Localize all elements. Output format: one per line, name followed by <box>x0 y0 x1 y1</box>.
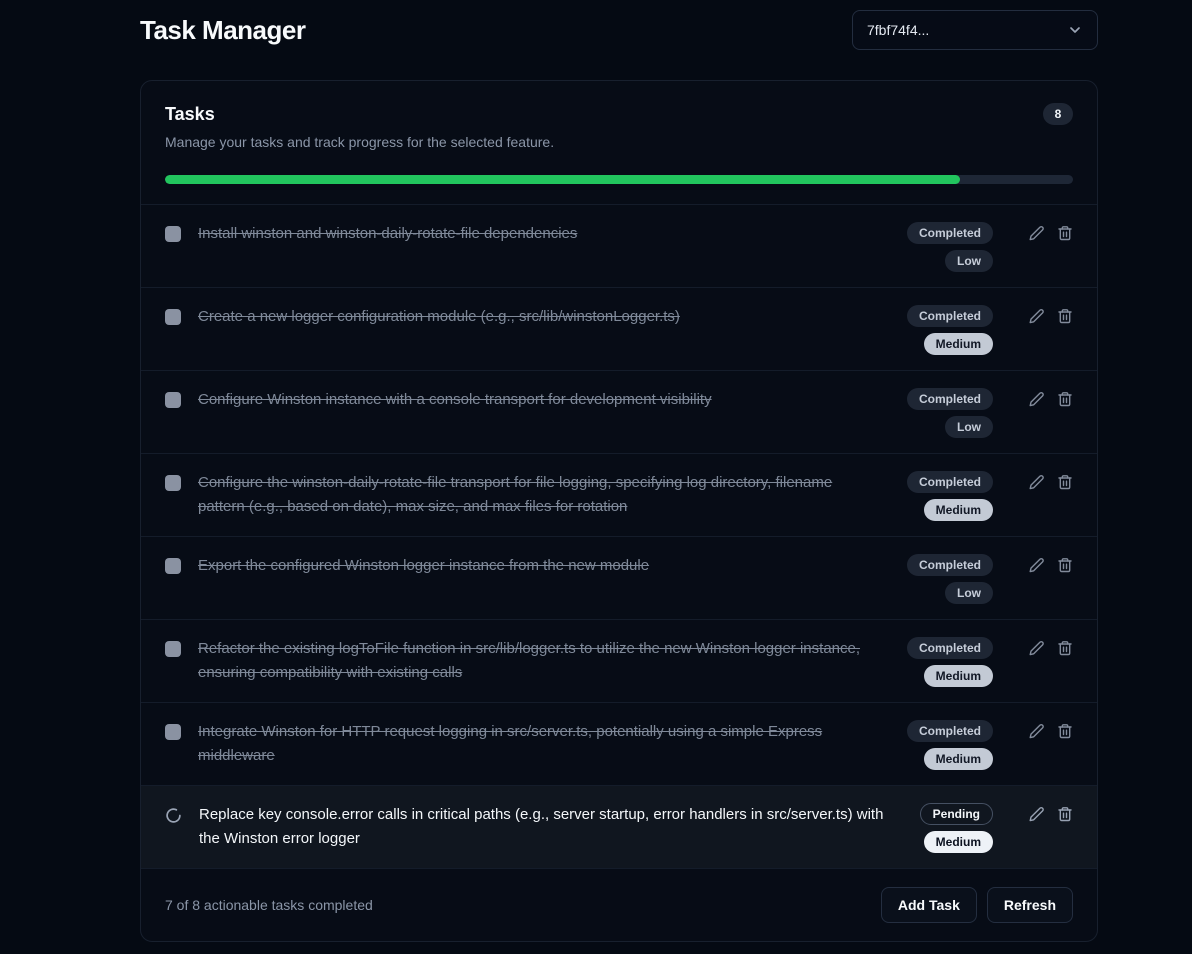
edit-task-button[interactable] <box>1028 557 1044 573</box>
delete-task-button[interactable] <box>1057 391 1073 407</box>
priority-badge: Medium <box>924 665 993 687</box>
priority-badge: Medium <box>924 499 993 521</box>
trash-icon <box>1057 225 1073 241</box>
task-row: Integrate Winston for HTTP request loggi… <box>141 702 1097 785</box>
delete-task-button[interactable] <box>1057 806 1073 822</box>
pencil-icon <box>1028 391 1044 407</box>
priority-badge: Medium <box>924 748 993 770</box>
priority-badge: Medium <box>924 831 993 853</box>
tasks-card-description: Manage your tasks and track progress for… <box>165 134 1073 150</box>
status-badge: Completed <box>907 388 993 410</box>
pencil-icon <box>1028 557 1044 573</box>
task-checkbox[interactable] <box>165 309 181 325</box>
status-badge: Completed <box>907 222 993 244</box>
task-text: Refactor the existing logToFile function… <box>198 637 890 685</box>
edit-task-button[interactable] <box>1028 806 1044 822</box>
task-checkbox[interactable] <box>165 392 181 408</box>
trash-icon <box>1057 640 1073 656</box>
task-checkbox[interactable] <box>165 475 181 491</box>
task-text: Configure Winston instance with a consol… <box>198 388 890 412</box>
task-count-badge: 8 <box>1043 103 1073 125</box>
task-text: Configure the winston-daily-rotate-file … <box>198 471 890 519</box>
delete-task-button[interactable] <box>1057 557 1073 573</box>
completion-summary: 7 of 8 actionable tasks completed <box>165 897 373 913</box>
priority-badge: Low <box>945 250 993 272</box>
page: Task Manager 7fbf74f4... Tasks 8 Manage … <box>140 0 1098 942</box>
task-text: Export the configured Winston logger ins… <box>198 554 890 578</box>
task-row: Configure the winston-daily-rotate-file … <box>141 453 1097 536</box>
trash-icon <box>1057 308 1073 324</box>
loader-spinner-icon <box>165 807 182 824</box>
status-badge: Completed <box>907 471 993 493</box>
task-row: Refactor the existing logToFile function… <box>141 619 1097 702</box>
trash-icon <box>1057 557 1073 573</box>
status-badge: Completed <box>907 637 993 659</box>
task-checkbox[interactable] <box>165 226 181 242</box>
status-badge: Completed <box>907 554 993 576</box>
page-title: Task Manager <box>140 15 305 46</box>
task-text: Install winston and winston-daily-rotate… <box>198 222 890 246</box>
feature-select-value: 7fbf74f4... <box>867 22 929 38</box>
status-badge: Completed <box>907 720 993 742</box>
tasks-card-title: Tasks <box>165 104 215 125</box>
tasks-card-header: Tasks 8 Manage your tasks and track prog… <box>141 81 1097 204</box>
task-text: Create a new logger configuration module… <box>198 305 890 329</box>
priority-badge: Low <box>945 416 993 438</box>
progress-bar-fill <box>165 175 960 184</box>
trash-icon <box>1057 806 1073 822</box>
tasks-card: Tasks 8 Manage your tasks and track prog… <box>140 80 1098 942</box>
edit-task-button[interactable] <box>1028 225 1044 241</box>
priority-badge: Medium <box>924 333 993 355</box>
task-row: Install winston and winston-daily-rotate… <box>141 204 1097 287</box>
pencil-icon <box>1028 308 1044 324</box>
pencil-icon <box>1028 806 1044 822</box>
priority-badge: Low <box>945 582 993 604</box>
chevron-down-icon <box>1067 22 1083 38</box>
delete-task-button[interactable] <box>1057 225 1073 241</box>
trash-icon <box>1057 474 1073 490</box>
edit-task-button[interactable] <box>1028 474 1044 490</box>
pencil-icon <box>1028 640 1044 656</box>
pencil-icon <box>1028 474 1044 490</box>
edit-task-button[interactable] <box>1028 308 1044 324</box>
trash-icon <box>1057 391 1073 407</box>
feature-select-dropdown[interactable]: 7fbf74f4... <box>852 10 1098 50</box>
trash-icon <box>1057 723 1073 739</box>
delete-task-button[interactable] <box>1057 474 1073 490</box>
delete-task-button[interactable] <box>1057 308 1073 324</box>
pencil-icon <box>1028 723 1044 739</box>
add-task-button[interactable]: Add Task <box>881 887 977 923</box>
task-row: Export the configured Winston logger ins… <box>141 536 1097 619</box>
refresh-button[interactable]: Refresh <box>987 887 1073 923</box>
task-checkbox[interactable] <box>165 724 181 740</box>
status-badge: Completed <box>907 305 993 327</box>
task-row: Configure Winston instance with a consol… <box>141 370 1097 453</box>
delete-task-button[interactable] <box>1057 723 1073 739</box>
task-row: Create a new logger configuration module… <box>141 287 1097 370</box>
edit-task-button[interactable] <box>1028 723 1044 739</box>
task-checkbox[interactable] <box>165 558 181 574</box>
task-list: Install winston and winston-daily-rotate… <box>141 204 1097 868</box>
task-checkbox[interactable] <box>165 641 181 657</box>
status-badge: Pending <box>920 803 993 825</box>
tasks-card-footer: 7 of 8 actionable tasks completed Add Ta… <box>141 868 1097 941</box>
task-text: Replace key console.error calls in criti… <box>199 803 903 851</box>
task-row: Replace key console.error calls in criti… <box>141 785 1097 868</box>
top-bar: Task Manager 7fbf74f4... <box>140 10 1098 50</box>
edit-task-button[interactable] <box>1028 640 1044 656</box>
pencil-icon <box>1028 225 1044 241</box>
delete-task-button[interactable] <box>1057 640 1073 656</box>
task-text: Integrate Winston for HTTP request loggi… <box>198 720 890 768</box>
edit-task-button[interactable] <box>1028 391 1044 407</box>
progress-bar-track <box>165 175 1073 184</box>
